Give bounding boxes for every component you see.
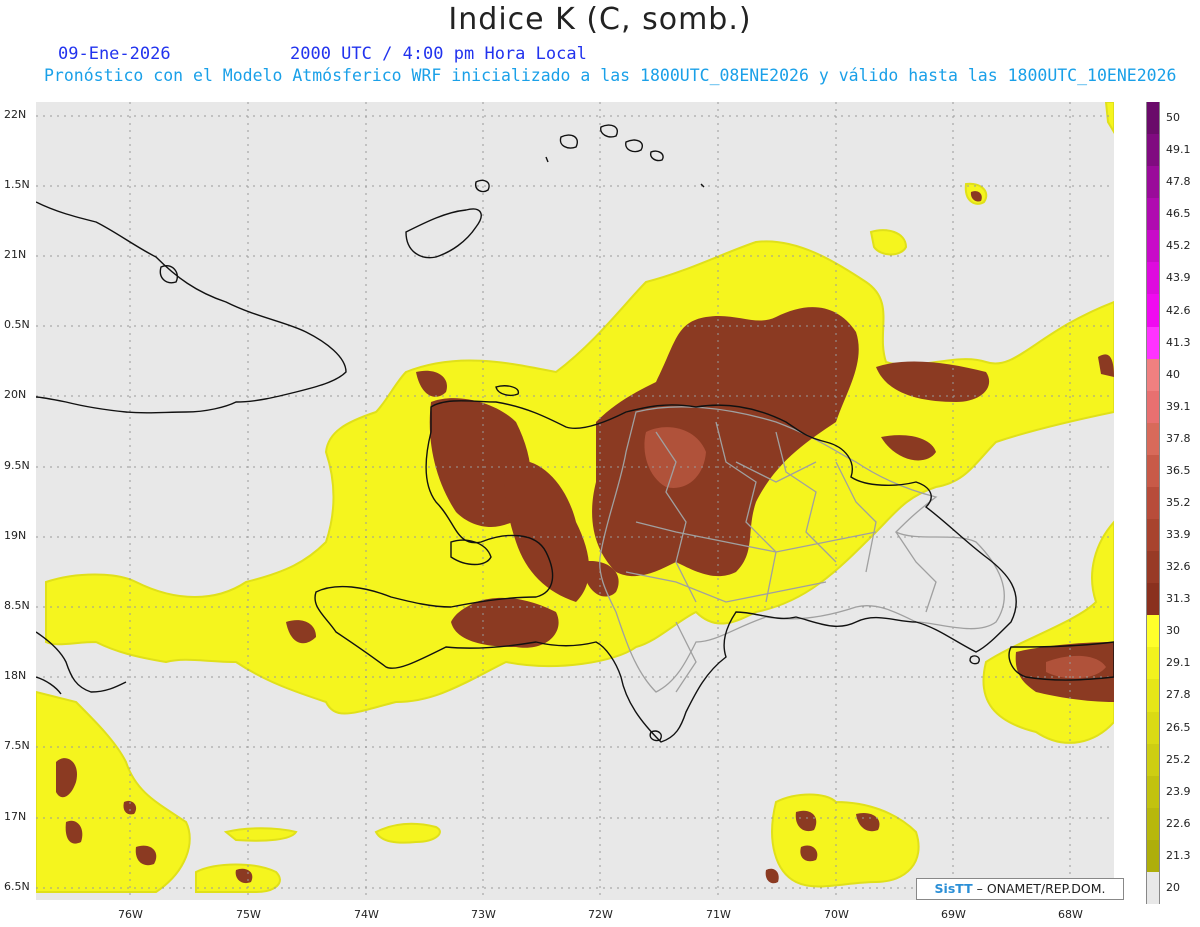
- colorbar-segment: [1146, 294, 1160, 328]
- colorbar-level-label: 47.8: [1166, 175, 1191, 189]
- lon-label: 72W: [588, 908, 613, 921]
- forecast-date: 09-Ene-2026: [58, 44, 171, 64]
- colorbar-level-label: 26.5: [1166, 720, 1191, 734]
- lat-label: 0.5N: [4, 318, 30, 331]
- forecast-time: 2000 UTC / 4:00 pm Hora Local: [290, 44, 587, 64]
- colorbar-segment: [1146, 743, 1160, 777]
- colorbar-segment: [1146, 807, 1160, 841]
- lon-label: 69W: [941, 908, 966, 921]
- lon-label: 73W: [471, 908, 496, 921]
- colorbar-segment: [1146, 711, 1160, 745]
- lat-label: 1.5N: [4, 178, 30, 191]
- lat-label: 7.5N: [4, 739, 30, 752]
- colorbar-level-label: 22.6: [1166, 816, 1191, 830]
- colorbar-segment: [1146, 102, 1160, 135]
- credit-box: SisTT – ONAMET/REP.DOM.: [916, 878, 1124, 900]
- colorbar-level-label: 30: [1166, 624, 1180, 638]
- colorbar-segment: [1146, 583, 1160, 616]
- colorbar-level-label: 42.6: [1166, 303, 1191, 317]
- map-title: Indice K (C, somb.): [448, 2, 752, 37]
- lat-label: 8.5N: [4, 599, 30, 612]
- lon-label: 70W: [824, 908, 849, 921]
- lat-label: 19N: [4, 529, 27, 542]
- colorbar-level-label: 21.3: [1166, 848, 1191, 862]
- colorbar-level-label: 35.2: [1166, 496, 1191, 509]
- colorbar-segment: [1146, 422, 1160, 456]
- colorbar-segment: [1146, 679, 1160, 713]
- lat-label: 9.5N: [4, 459, 30, 472]
- colorbar-segment: [1146, 262, 1160, 295]
- colorbar-level-label: 37.8: [1166, 431, 1191, 445]
- colorbar-level-label: 40: [1166, 367, 1180, 381]
- colorbar-segment: [1146, 454, 1160, 488]
- colorbar-segment: [1146, 358, 1160, 392]
- colorbar-segment: [1146, 198, 1160, 231]
- colorbar-segment: [1146, 839, 1160, 873]
- colorbar-segment: [1146, 519, 1160, 552]
- colorbar-segment: [1146, 647, 1160, 680]
- colorbar-level-label: 23.9: [1166, 784, 1191, 798]
- lat-label: 6.5N: [4, 880, 30, 893]
- colorbar: [1146, 102, 1160, 905]
- colorbar-level-label: 20: [1166, 880, 1180, 894]
- lat-label: 21N: [4, 248, 27, 261]
- lon-label: 76W: [118, 908, 143, 921]
- lat-label: 17N: [4, 810, 27, 823]
- colorbar-level-label: 25.2: [1166, 752, 1191, 766]
- colorbar-level-label: 41.3: [1166, 335, 1191, 349]
- colorbar-segment: [1146, 230, 1160, 263]
- weather-map: [36, 102, 1114, 900]
- lon-label: 68W: [1058, 908, 1083, 921]
- colorbar-level-label: 29.1: [1166, 656, 1191, 670]
- colorbar-level-label: 36.5: [1166, 463, 1191, 477]
- colorbar-segment: [1146, 390, 1160, 424]
- lon-label: 71W: [706, 908, 731, 921]
- colorbar-level-label: 31.3: [1166, 592, 1191, 606]
- colorbar-level-label: 50: [1166, 111, 1180, 125]
- credit-text: – ONAMET/REP.DOM.: [976, 881, 1106, 896]
- lon-label: 74W: [354, 908, 379, 921]
- colorbar-segment: [1146, 166, 1160, 199]
- colorbar-level-label: 39.1: [1166, 399, 1191, 413]
- lon-label: 75W: [236, 908, 261, 921]
- colorbar-segment: [1146, 486, 1160, 520]
- colorbar-segment: [1146, 326, 1160, 360]
- colorbar-level-label: 33.9: [1166, 528, 1191, 542]
- colorbar-segment: [1146, 551, 1160, 584]
- colorbar-segment: [1146, 134, 1160, 167]
- colorbar-level-label: 45.2: [1166, 239, 1191, 253]
- colorbar-level-label: 27.8: [1166, 688, 1191, 702]
- colorbar-segment: [1146, 871, 1160, 905]
- lat-label: 20N: [4, 388, 27, 401]
- colorbar-level-label: 43.9: [1166, 271, 1191, 285]
- colorbar-level-label: 49.1: [1166, 143, 1191, 157]
- forecast-subtitle: Pronóstico con el Modelo Atmósferico WRF…: [44, 66, 1177, 85]
- lat-label: 22N: [4, 108, 27, 121]
- colorbar-level-label: 32.6: [1166, 560, 1191, 574]
- colorbar-segment: [1146, 775, 1160, 809]
- colorbar-level-label: 46.5: [1166, 207, 1191, 221]
- sistt-logo: SisTT: [934, 881, 973, 896]
- colorbar-segment: [1146, 615, 1160, 648]
- lat-label: 18N: [4, 669, 27, 682]
